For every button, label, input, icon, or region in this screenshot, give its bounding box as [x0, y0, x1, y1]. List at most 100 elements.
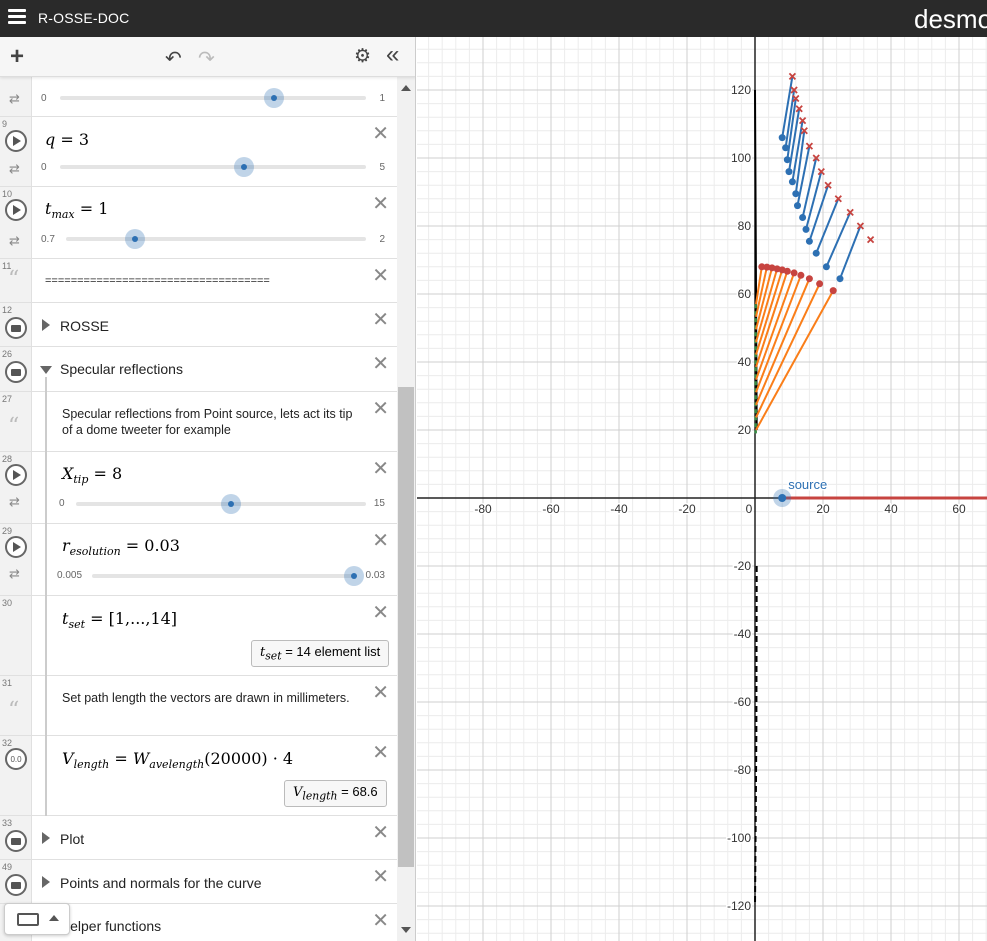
play-icon[interactable]	[5, 536, 27, 558]
vector-origin-point[interactable]	[822, 263, 830, 271]
slider-thumb[interactable]	[344, 566, 364, 586]
add-item-button[interactable]: +	[10, 43, 24, 71]
loop-icon[interactable]: ⇄	[9, 494, 20, 510]
reflection-endpoint[interactable]	[797, 271, 805, 279]
delete-icon[interactable]: ✕	[372, 191, 389, 216]
slider-max[interactable]: 15	[374, 498, 385, 509]
loop-icon[interactable]: ⇄	[9, 91, 20, 107]
folder-title[interactable]: ROSSE	[60, 318, 109, 334]
delete-icon[interactable]: ✕	[372, 864, 389, 889]
slider-max[interactable]: 0.03	[366, 570, 385, 581]
play-icon[interactable]	[5, 130, 27, 152]
slider-max[interactable]: 1	[379, 93, 385, 104]
folder-row[interactable]: 26 Specular reflections ✕	[0, 347, 397, 392]
number-format-icon[interactable]: 0.0	[5, 748, 27, 770]
folder-title[interactable]: Plot	[60, 831, 84, 847]
slider-track[interactable]	[66, 237, 366, 241]
slider-min[interactable]: 0	[41, 93, 47, 104]
loop-icon[interactable]: ⇄	[9, 161, 20, 177]
delete-icon[interactable]: ✕	[372, 820, 389, 845]
folder-title[interactable]: Specular reflections	[60, 361, 183, 377]
expression-row[interactable]: ⇄ 0 1	[0, 77, 397, 117]
collapse-panel-icon[interactable]: «	[386, 41, 399, 69]
vector-origin-point[interactable]	[788, 178, 796, 186]
reflection-endpoint[interactable]	[805, 275, 813, 283]
document-title[interactable]: R-OSSE-DOC	[38, 10, 129, 26]
slider-min[interactable]: 0.005	[57, 570, 82, 581]
folder-icon[interactable]	[5, 874, 27, 896]
reflection-endpoint[interactable]	[783, 267, 791, 275]
folder-title[interactable]: Helper functions	[60, 918, 161, 934]
caret-right-icon[interactable]	[42, 832, 50, 844]
folder-title[interactable]: Points and normals for the curve	[60, 875, 262, 891]
math-input[interactable]: tset = [1,...,14]	[62, 609, 177, 631]
expression-row[interactable]: 29 ⇄ resolution = 0.03 ✕ 0.005 0.03	[0, 524, 397, 596]
note-text[interactable]: ===================================	[45, 273, 270, 289]
delete-icon[interactable]: ✕	[372, 351, 389, 376]
note-text[interactable]: Set path length the vectors are drawn in…	[62, 690, 352, 706]
scrollbar-thumb[interactable]	[398, 387, 414, 867]
vector-origin-point[interactable]	[802, 225, 810, 233]
folder-icon[interactable]	[5, 830, 27, 852]
expression-row[interactable]: 32 0.0 Vlength = Wavelength(20000) · 4 ✕…	[0, 736, 397, 816]
vector-origin-point[interactable]	[812, 249, 820, 257]
slider-thumb[interactable]	[264, 88, 285, 108]
graph-paper[interactable]: -80 -60 -40 -20 0 20 40 60 120 100 80 60 40 20 -20 -40 -…	[417, 37, 987, 941]
hamburger-menu-icon[interactable]	[8, 9, 26, 27]
play-icon[interactable]	[5, 199, 27, 221]
slider-max[interactable]: 5	[379, 162, 385, 173]
vector-origin-point[interactable]	[794, 202, 801, 210]
reflection-endpoint[interactable]	[790, 269, 798, 277]
loop-icon[interactable]: ⇄	[9, 233, 20, 249]
slider-thumb[interactable]	[125, 229, 146, 249]
slider-min[interactable]: 0	[41, 162, 47, 173]
note-text[interactable]: Specular reflections from Point source, …	[62, 406, 362, 438]
loop-icon[interactable]: ⇄	[9, 566, 20, 582]
delete-icon[interactable]: ✕	[372, 528, 389, 553]
note-row[interactable]: 11 “ ===================================…	[0, 259, 397, 303]
math-input[interactable]: q = 3	[45, 130, 89, 149]
delete-icon[interactable]: ✕	[372, 263, 389, 288]
vector-origin-point[interactable]	[799, 214, 807, 221]
delete-icon[interactable]: ✕	[372, 456, 389, 481]
vector-origin-point[interactable]	[778, 134, 786, 142]
graph-canvas[interactable]: -80 -60 -40 -20 0 20 40 60 120 100 80 60 40 20 -20 -40 -…	[417, 37, 987, 941]
math-input[interactable]: tmax = 1	[45, 199, 108, 221]
settings-gear-icon[interactable]: ⚙	[354, 45, 371, 68]
vector-origin-point[interactable]	[785, 168, 793, 176]
folder-row[interactable]: 49 Points and normals for the curve ✕	[0, 860, 397, 904]
slider-max[interactable]: 2	[379, 234, 385, 245]
keyboard-toggle-button[interactable]	[4, 903, 70, 935]
caret-right-icon[interactable]	[42, 876, 50, 888]
math-input[interactable]: Vlength = Wavelength(20000) · 4	[62, 749, 293, 771]
slider-min[interactable]: 0	[59, 498, 65, 509]
expression-row[interactable]: 10 ⇄ tmax = 1 ✕ 0.7 2	[0, 187, 397, 259]
vector-origin-point[interactable]	[836, 275, 844, 283]
direction-vector[interactable]	[805, 171, 823, 230]
caret-down-icon[interactable]	[40, 366, 52, 374]
delete-icon[interactable]: ✕	[372, 740, 389, 765]
caret-right-icon[interactable]	[42, 319, 50, 331]
expression-row[interactable]: 9 ⇄ q = 3 ✕ 0 5	[0, 117, 397, 187]
folder-row[interactable]: 12 ROSSE ✕	[0, 303, 397, 347]
slider-min[interactable]: 0.7	[41, 234, 55, 245]
math-input[interactable]: resolution = 0.03	[62, 536, 180, 558]
folder-row[interactable]: 33 Plot ✕	[0, 816, 397, 860]
delete-icon[interactable]: ✕	[372, 121, 389, 146]
scroll-down-arrow-icon[interactable]	[401, 927, 411, 933]
folder-icon[interactable]	[5, 317, 27, 339]
math-input[interactable]: Xtip = 8	[62, 464, 122, 486]
scroll-up-arrow-icon[interactable]	[401, 85, 411, 91]
vector-origin-point[interactable]	[805, 237, 813, 245]
source-point[interactable]	[778, 494, 787, 502]
reflection-endpoint[interactable]	[816, 280, 824, 288]
delete-icon[interactable]: ✕	[372, 307, 389, 332]
panel-scrollbar[interactable]	[397, 77, 415, 941]
play-icon[interactable]	[5, 464, 27, 486]
slider-track[interactable]	[60, 165, 366, 169]
note-row[interactable]: 27 “ Specular reflections from Point sou…	[0, 392, 397, 452]
folder-icon[interactable]	[5, 361, 27, 383]
undo-icon[interactable]: ↶	[165, 46, 182, 71]
note-row[interactable]: 31 “ Set path length the vectors are dra…	[0, 676, 397, 736]
delete-icon[interactable]: ✕	[372, 680, 389, 705]
